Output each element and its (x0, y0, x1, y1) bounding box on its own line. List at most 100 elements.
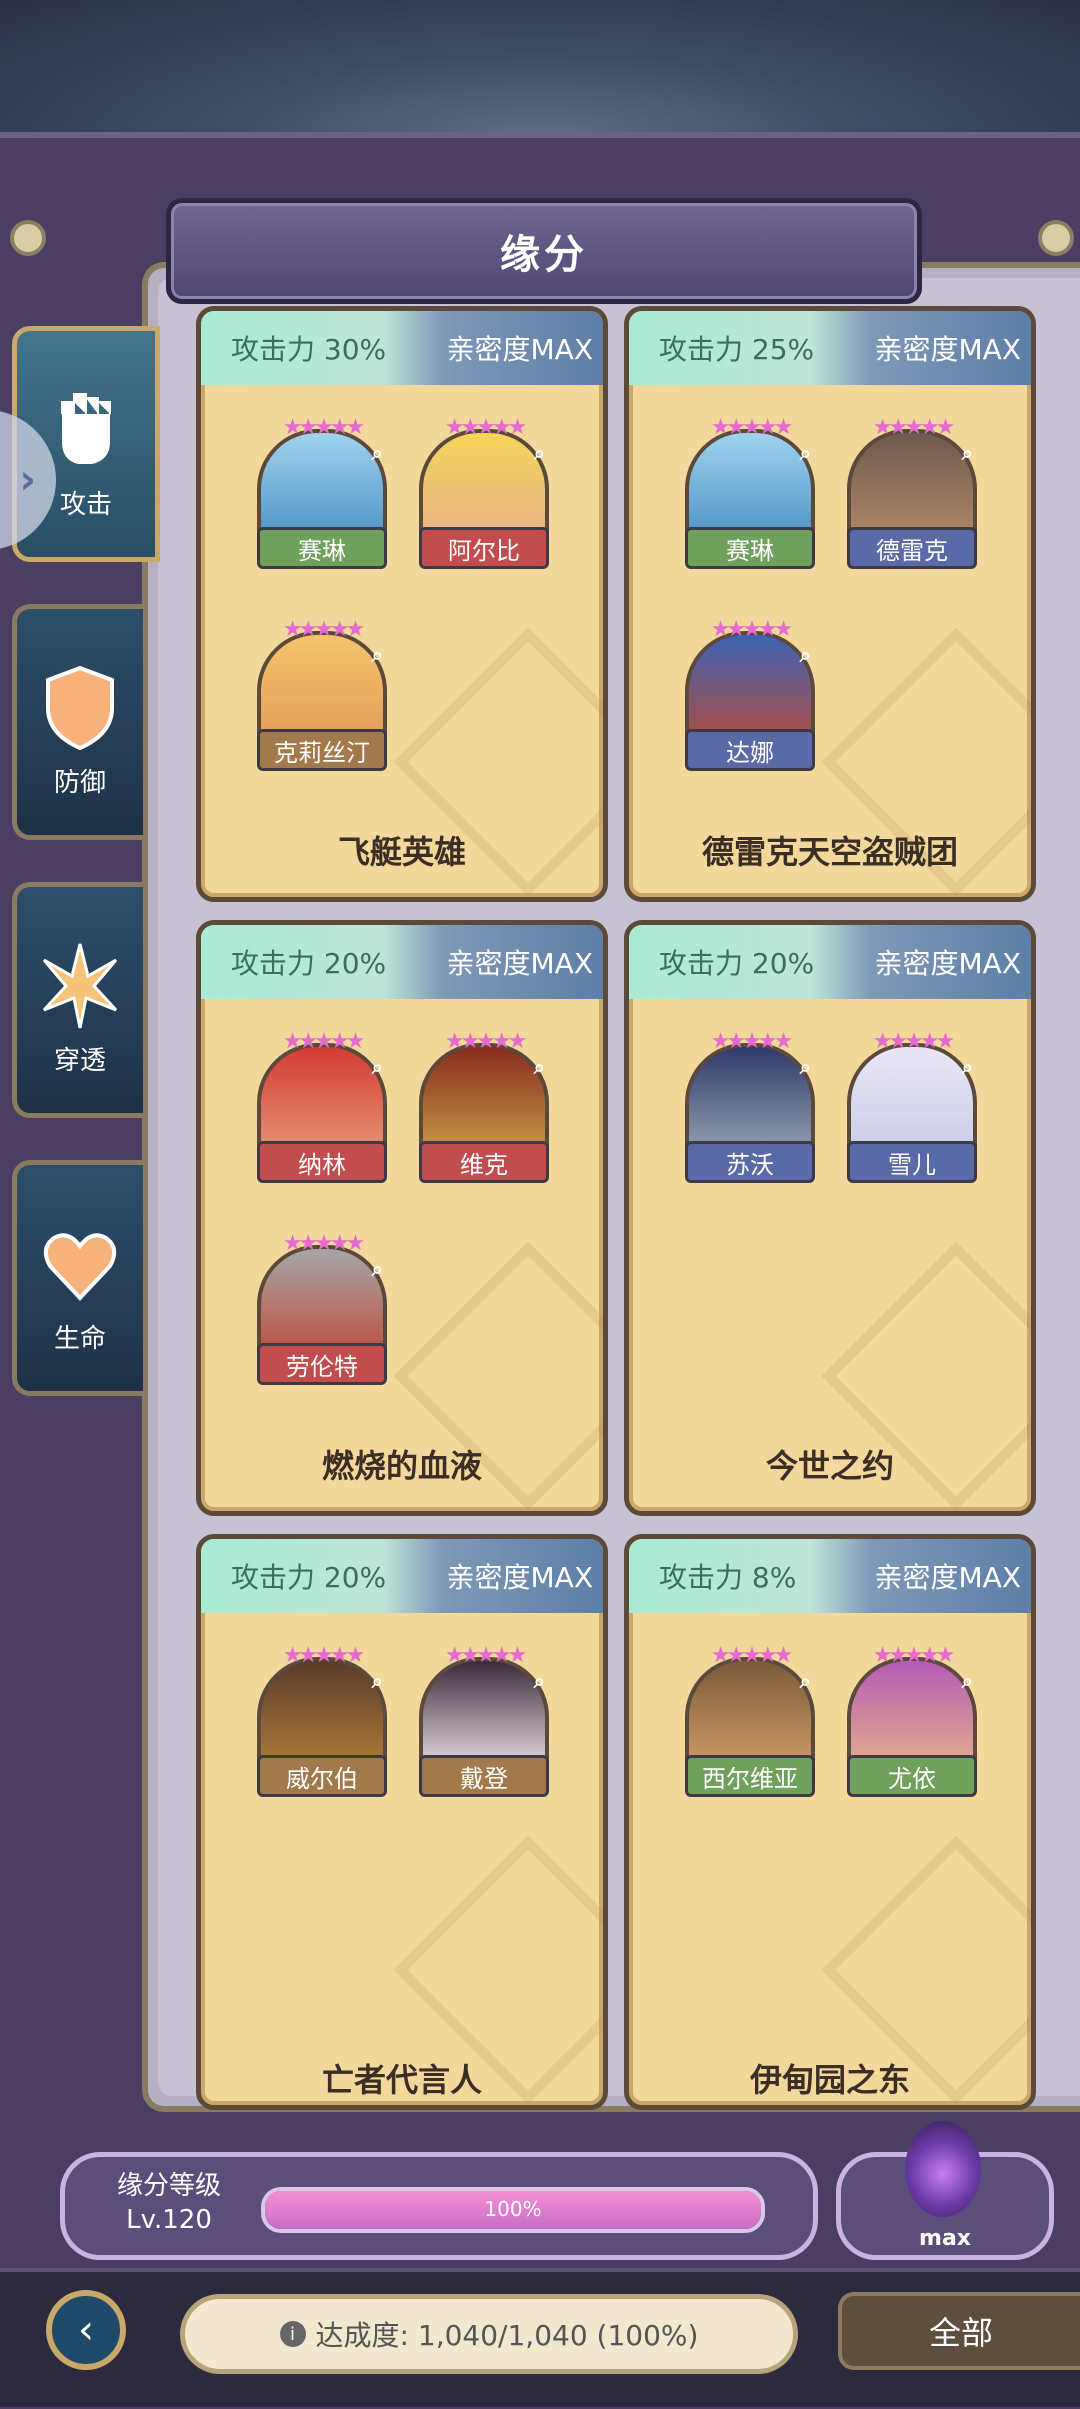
tab-defense-label: 防御 (53, 768, 106, 798)
max-button[interactable]: max (836, 2121, 1054, 2260)
burst-icon (40, 940, 120, 1030)
card-bond: 亲密度MAX (874, 1561, 1022, 1594)
star-rating: ★★★★★ (282, 1029, 366, 1054)
card-stat: 攻击力 20% (231, 947, 387, 980)
level-progress-text: 100% (484, 2197, 542, 2221)
card-bond: 亲密度MAX (446, 947, 594, 980)
hero-name: 戴登 (419, 1755, 549, 1797)
zoom-icon[interactable]: ⌕ (372, 1257, 383, 1281)
zoom-icon[interactable]: ⌕ (800, 441, 811, 465)
frame-gear-left (10, 220, 46, 256)
hero-name: 纳林 (257, 1141, 387, 1183)
star-rating: ★★★★★ (710, 1029, 794, 1054)
level-progress-bar: 100% (261, 2187, 765, 2233)
hero-portrait[interactable]: ★★★★★ ⌕ 雪儿 (847, 1029, 977, 1183)
zoom-icon[interactable]: ⌕ (800, 643, 811, 667)
frame-gear-right (1038, 220, 1074, 256)
hero-portrait[interactable]: ★★★★★ ⌕ 阿尔比 (419, 415, 549, 569)
tab-penetration-label: 穿透 (53, 1046, 106, 1076)
bond-card[interactable]: 攻击力 8% 亲密度MAX ★★★★★ ⌕ 西尔维亚 ★★★★★ ⌕ 尤依 伊甸园… (624, 1534, 1036, 2110)
hero-name: 西尔维亚 (685, 1755, 815, 1797)
star-rating: ★★★★★ (282, 617, 366, 642)
hero-name: 赛琳 (257, 527, 387, 569)
shield-icon (40, 662, 120, 752)
star-rating: ★★★★★ (444, 1029, 528, 1054)
max-button-label: max (919, 2226, 971, 2251)
star-rating: ★★★★★ (444, 415, 528, 440)
zoom-icon[interactable]: ⌕ (534, 1055, 545, 1079)
filter-all-label: 全部 (928, 2314, 993, 2352)
tab-life[interactable]: 生命 (12, 1160, 148, 1396)
card-title: 伊甸园之东 (749, 2061, 910, 2099)
hero-portrait[interactable]: ★★★★★ ⌕ 克莉丝汀 (257, 617, 387, 771)
hero-name: 阿尔比 (419, 527, 549, 569)
bond-card[interactable]: 攻击力 20% 亲密度MAX ★★★★★ ⌕ 苏沃 ★★★★★ ⌕ 雪儿 今世之约 (624, 920, 1036, 1516)
hero-portrait[interactable]: ★★★★★ ⌕ 戴登 (419, 1643, 549, 1797)
card-stat: 攻击力 30% (231, 333, 387, 366)
star-rating: ★★★★★ (282, 1643, 366, 1668)
achievement-pill: i 达成度: 1,040/1,040 (100%) (180, 2294, 798, 2374)
hero-name: 达娜 (685, 729, 815, 771)
hero-name: 克莉丝汀 (257, 729, 387, 771)
hero-name: 德雷克 (847, 527, 977, 569)
zoom-icon[interactable]: ⌕ (962, 1669, 973, 1693)
bond-card[interactable]: 攻击力 20% 亲密度MAX ★★★★★ ⌕ 纳林 ★★★★★ ⌕ 维克 ★★★★… (196, 920, 608, 1516)
card-stat: 攻击力 20% (659, 947, 815, 980)
card-bond: 亲密度MAX (874, 947, 1022, 980)
tab-penetration[interactable]: 穿透 (12, 882, 148, 1118)
hero-portrait[interactable]: ★★★★★ ⌕ 德雷克 (847, 415, 977, 569)
card-title: 亡者代言人 (321, 2061, 482, 2099)
hero-portrait[interactable]: ★★★★★ ⌕ 劳伦特 (257, 1231, 387, 1385)
hero-name: 威尔伯 (257, 1755, 387, 1797)
orb-icon (905, 2121, 981, 2217)
tab-defense[interactable]: 防御 (12, 604, 148, 840)
hero-name: 赛琳 (685, 527, 815, 569)
zoom-icon[interactable]: ⌕ (372, 441, 383, 465)
achievement-text: 达成度: 1,040/1,040 (100%) (315, 2319, 699, 2352)
hero-name: 维克 (419, 1141, 549, 1183)
zoom-icon[interactable]: ⌕ (800, 1055, 811, 1079)
bond-card[interactable]: 攻击力 25% 亲密度MAX ★★★★★ ⌕ 赛琳 ★★★★★ ⌕ 德雷克 ★★★… (624, 306, 1036, 902)
page-title: 缘分 (166, 198, 922, 304)
star-rating: ★★★★★ (282, 1231, 366, 1256)
hero-portrait[interactable]: ★★★★★ ⌕ 威尔伯 (257, 1643, 387, 1797)
star-rating: ★★★★★ (872, 415, 956, 440)
star-rating: ★★★★★ (282, 415, 366, 440)
hero-portrait[interactable]: ★★★★★ ⌕ 赛琳 (257, 415, 387, 569)
hero-portrait[interactable]: ★★★★★ ⌕ 赛琳 (685, 415, 815, 569)
heart-icon (40, 1218, 120, 1308)
hero-portrait[interactable]: ★★★★★ ⌕ 苏沃 (685, 1029, 815, 1183)
card-stat: 攻击力 20% (231, 1561, 387, 1594)
bond-card[interactable]: 攻击力 20% 亲密度MAX ★★★★★ ⌕ 威尔伯 ★★★★★ ⌕ 戴登 亡者代… (196, 1534, 608, 2110)
filter-all-button[interactable]: 全部 (838, 2292, 1080, 2370)
star-rating: ★★★★★ (444, 1643, 528, 1668)
zoom-icon[interactable]: ⌕ (800, 1669, 811, 1693)
zoom-icon[interactable]: ⌕ (534, 1669, 545, 1693)
hero-portrait[interactable]: ★★★★★ ⌕ 维克 (419, 1029, 549, 1183)
card-bond: 亲密度MAX (874, 333, 1022, 366)
hero-name: 尤依 (847, 1755, 977, 1797)
bond-level-title: 缘分等级 (117, 2171, 222, 2201)
hero-portrait[interactable]: ★★★★★ ⌕ 达娜 (685, 617, 815, 771)
star-rating: ★★★★★ (872, 1643, 956, 1668)
hero-portrait[interactable]: ★★★★★ ⌕ 尤依 (847, 1643, 977, 1797)
card-bond: 亲密度MAX (446, 1561, 594, 1594)
bond-level-label: 缘分等级 Lv.120 (117, 2169, 221, 2237)
back-arrow-icon[interactable]: ‹ (46, 2290, 126, 2370)
zoom-icon[interactable]: ⌕ (962, 441, 973, 465)
zoom-icon[interactable]: ⌕ (962, 1055, 973, 1079)
bond-card[interactable]: 攻击力 30% 亲密度MAX ★★★★★ ⌕ 赛琳 ★★★★★ ⌕ 阿尔比 ★★★… (196, 306, 608, 902)
card-stat: 攻击力 8% (659, 1561, 797, 1594)
card-title: 今世之约 (765, 1447, 894, 1485)
hero-name: 苏沃 (685, 1141, 815, 1183)
chevron-right-icon: › (19, 457, 36, 503)
zoom-icon[interactable]: ⌕ (534, 441, 545, 465)
star-rating: ★★★★★ (710, 1643, 794, 1668)
zoom-icon[interactable]: ⌕ (372, 1669, 383, 1693)
background-banner (0, 0, 1080, 140)
zoom-icon[interactable]: ⌕ (372, 643, 383, 667)
hero-portrait[interactable]: ★★★★★ ⌕ 纳林 (257, 1029, 387, 1183)
card-title: 飞艇英雄 (337, 833, 466, 871)
zoom-icon[interactable]: ⌕ (372, 1055, 383, 1079)
hero-portrait[interactable]: ★★★★★ ⌕ 西尔维亚 (685, 1643, 815, 1797)
